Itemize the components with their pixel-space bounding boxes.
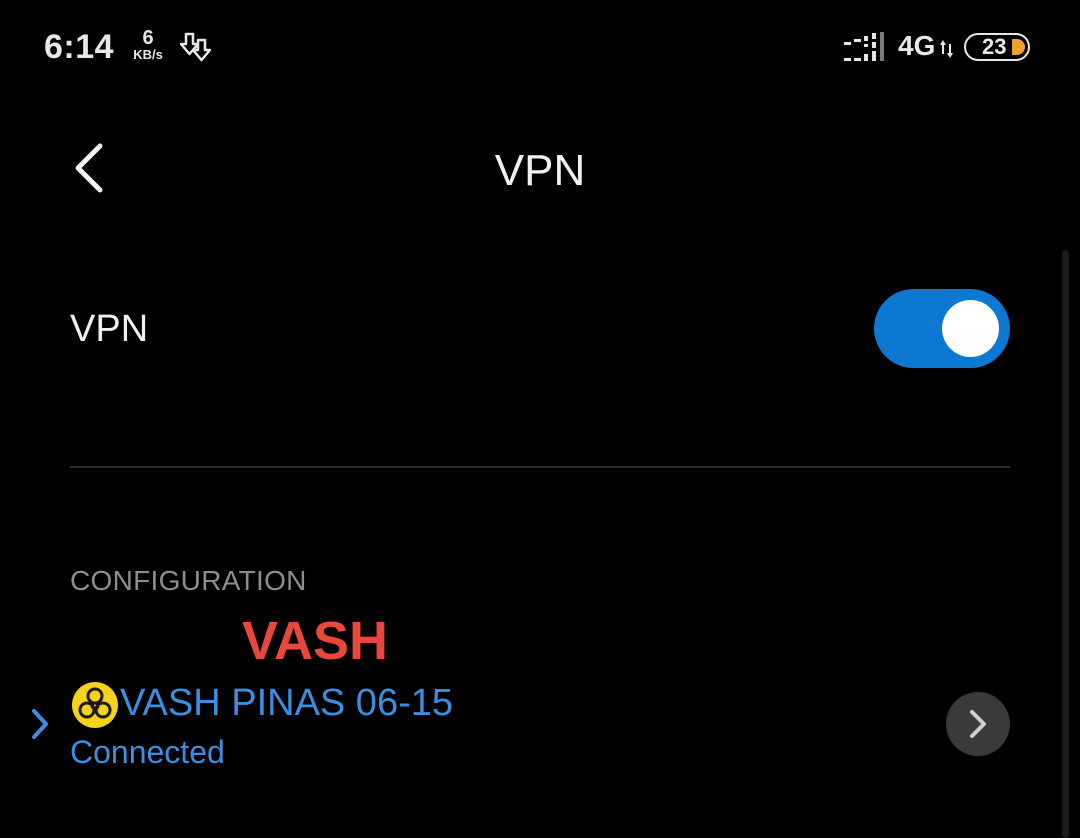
expand-chevron-icon[interactable] — [30, 708, 50, 745]
network-speed: 6 KB/s — [128, 28, 168, 62]
scrollbar[interactable] — [1062, 250, 1069, 838]
download-arrows-icon — [179, 32, 216, 67]
divider — [70, 466, 1010, 468]
vpn-profile-status: Connected — [70, 734, 225, 770]
vpn-profile-name[interactable]: VASH PINAS 06-15 — [120, 682, 453, 725]
profile-details-button[interactable] — [946, 692, 1010, 756]
signal-bars-icon — [844, 32, 888, 69]
vpn-toggle-label: VPN — [70, 308, 149, 350]
battery-charge-icon — [1012, 39, 1025, 55]
biohazard-icon — [72, 682, 118, 728]
status-time: 6:14 — [44, 28, 115, 66]
config-banner: VASH — [242, 611, 389, 671]
network-speed-value: 6 — [142, 27, 154, 49]
network-speed-unit: KB/s — [133, 47, 163, 62]
chevron-right-icon — [970, 710, 986, 738]
section-header-configuration: CONFIGURATION — [70, 565, 307, 596]
data-activity-icon — [940, 40, 954, 63]
toggle-knob — [942, 300, 999, 357]
network-type: 4G — [898, 30, 936, 61]
page-title: VPN — [494, 146, 586, 195]
battery-level: 23 — [982, 34, 1007, 59]
battery-indicator: 23 — [964, 33, 1030, 61]
vpn-toggle-switch[interactable] — [874, 289, 1010, 368]
